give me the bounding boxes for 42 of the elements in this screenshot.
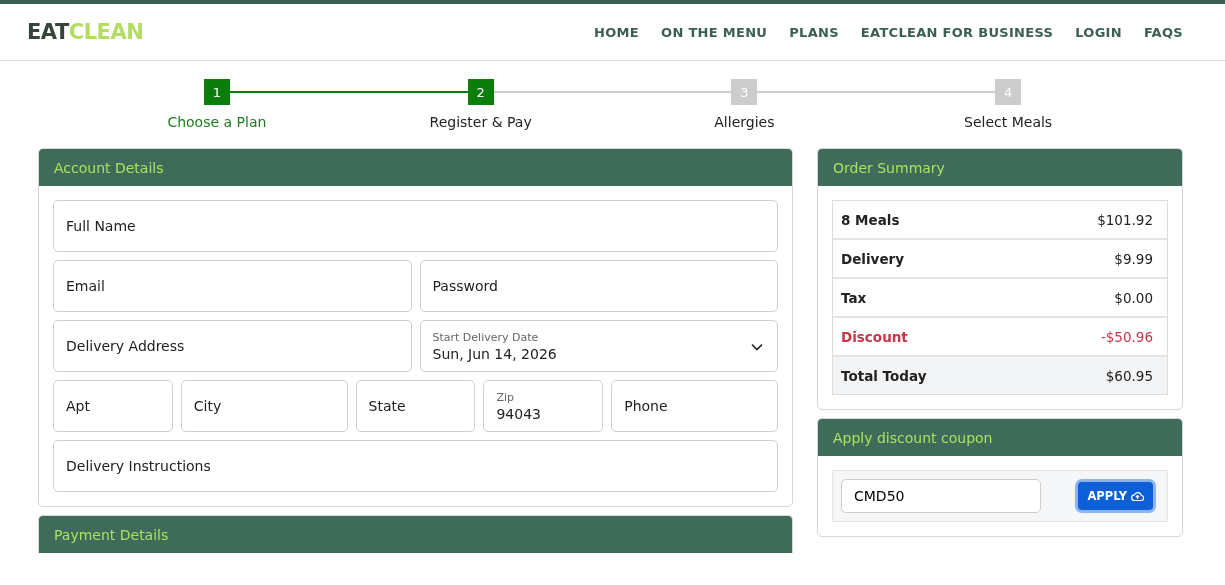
input-field[interactable]: City <box>180 380 348 432</box>
date-select[interactable]: Start Delivery Date Sun, Jun 14, 2026 <box>419 320 778 372</box>
card-header: Apply discount coupon <box>818 419 1182 456</box>
nav-link[interactable]: LOGIN <box>1075 24 1122 40</box>
coupon-field[interactable]: CMD50 <box>841 479 1041 513</box>
input-field[interactable]: Delivery Address <box>53 320 412 372</box>
nav-link[interactable]: ON THE MENU <box>661 24 768 40</box>
input-field[interactable]: Apt <box>53 380 173 432</box>
nav-link[interactable]: FAQS <box>1143 24 1183 40</box>
chevron-down-icon <box>751 343 763 351</box>
summary-label: Delivery <box>841 250 905 267</box>
summary-label: Discount <box>841 328 908 345</box>
card-header: Payment Details <box>39 516 792 553</box>
step-label: Select Meals <box>964 114 1053 130</box>
summary-amount: $60.95 <box>1105 367 1153 384</box>
eatclean-logo[interactable]: EATCLEAN <box>27 20 144 44</box>
input-field[interactable]: Phone <box>611 380 778 432</box>
summary-label: Tax <box>841 289 867 306</box>
card-header: Order Summary <box>818 149 1182 186</box>
step-label: Register & Pay <box>429 114 532 130</box>
input-field[interactable]: Delivery Instructions <box>53 440 778 492</box>
input-field[interactable]: Password <box>419 260 778 312</box>
input-field[interactable]: Zip 94043 <box>483 380 604 432</box>
step-number: 1 <box>203 79 230 105</box>
summary-amount: -$50.96 <box>1100 328 1153 345</box>
card-header: Account Details <box>39 149 792 186</box>
nav-link[interactable]: HOME <box>594 24 640 40</box>
step-label: Allergies <box>714 114 775 130</box>
summary-amount: $0.00 <box>1114 289 1153 306</box>
input-field[interactable]: Email <box>53 260 412 312</box>
summary-label: Total Today <box>841 367 927 384</box>
summary-amount: $9.99 <box>1114 250 1153 267</box>
apply-button[interactable]: APPLY <box>1078 482 1153 510</box>
input-field[interactable]: State <box>355 380 476 432</box>
cloud-upload-icon <box>1131 490 1144 502</box>
step-label: Choose a Plan <box>167 114 267 130</box>
step-number: 2 <box>467 79 494 105</box>
nav-link[interactable]: PLANS <box>789 24 839 40</box>
nav-link[interactable]: EATCLEAN FOR BUSINESS <box>860 24 1054 40</box>
summary-amount: $101.92 <box>1097 211 1153 228</box>
summary-label: 8 Meals <box>841 211 900 228</box>
input-field[interactable]: Full Name <box>53 200 778 252</box>
